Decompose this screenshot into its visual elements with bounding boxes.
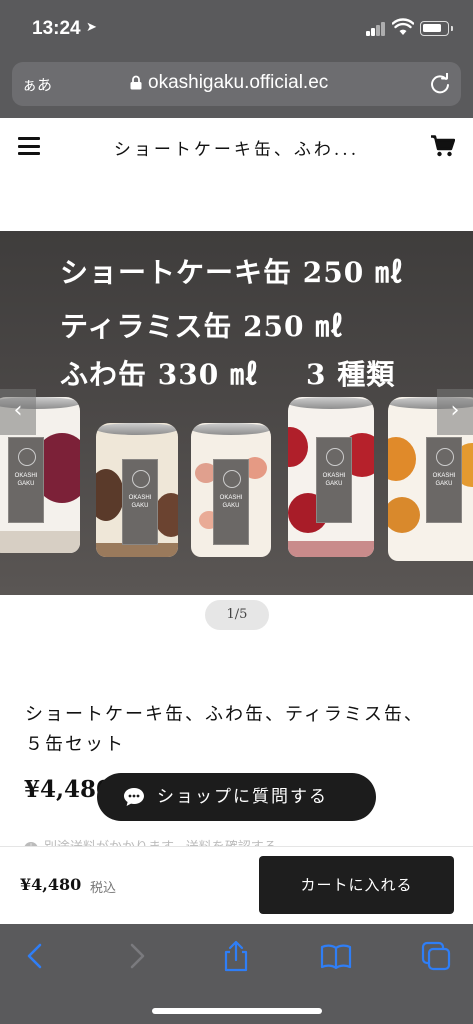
can-label: OKASHI GAKU (8, 437, 44, 523)
address-bar[interactable]: ぁあ okashigaku.official.ec (12, 62, 461, 106)
wifi-icon (392, 18, 414, 35)
hero-text-line: ふわ缶 330 ㎖ (60, 358, 259, 391)
page-title: ショートケーキ缶、ふわ... (113, 140, 360, 160)
carousel-next-button[interactable]: › (437, 389, 473, 435)
forward-icon[interactable] (120, 940, 152, 972)
carousel-pager: 1/5 (205, 600, 269, 630)
ask-shop-button[interactable]: ショップに質問する (97, 773, 376, 821)
cart-icon[interactable] (431, 135, 455, 157)
product-can-image: OKASHI GAKU (288, 397, 374, 557)
can-label: OKASHI GAKU (122, 459, 158, 545)
status-time: 13:24 (32, 18, 81, 39)
hero-text-line: ティラミス缶 250 ㎖ (60, 310, 345, 343)
carousel-prev-button[interactable]: ‹ (0, 389, 36, 435)
hero-text-line: 3 種類 (306, 358, 396, 391)
product-can-image: OKASHI GAKU (96, 423, 178, 557)
bookmarks-icon[interactable] (320, 940, 352, 972)
tax-included-label: 税込 (90, 881, 117, 896)
tabs-icon[interactable] (420, 940, 452, 972)
browser-bottom-toolbar (0, 924, 473, 1024)
share-icon[interactable] (220, 940, 252, 972)
can-label: OKASHI GAKU (426, 437, 462, 523)
product-image-carousel[interactable]: ショートケーキ缶 250 ㎖ ティラミス缶 250 ㎖ ふわ缶 330 ㎖ 3 … (0, 231, 473, 595)
buy-bar-price: ¥4,480 (20, 875, 82, 894)
lock-icon (130, 75, 142, 90)
location-arrow-icon: ➤ (86, 20, 97, 35)
text-size-button[interactable]: ぁあ (22, 74, 52, 95)
hero-text-line: ショートケーキ缶 250 ㎖ (60, 256, 404, 289)
cellular-signal-icon (366, 22, 386, 36)
can-label: OKASHI GAKU (213, 459, 249, 545)
chat-bubble-icon (124, 788, 144, 806)
status-bar: 13:24 ➤ (0, 0, 473, 56)
home-indicator (152, 1008, 322, 1014)
reload-icon[interactable] (429, 73, 451, 95)
battery-icon (420, 21, 453, 36)
ask-shop-label: ショップに質問する (157, 787, 328, 807)
sticky-buy-bar: ¥4,480 税込 カートに入れる (0, 846, 473, 924)
site-header: ショートケーキ缶、ふわ... (0, 118, 473, 174)
url-text: okashigaku.official.ec (148, 72, 329, 93)
product-can-image: OKASHI GAKU (191, 423, 271, 557)
can-label: OKASHI GAKU (316, 437, 352, 523)
back-icon[interactable] (20, 940, 52, 972)
product-title: ショートケーキ缶、ふわ缶、ティラミス缶、５缶セット (25, 704, 424, 755)
add-to-cart-button[interactable]: カートに入れる (259, 856, 454, 914)
browser-top-chrome: 13:24 ➤ ぁあ okashigaku.official.ec (0, 0, 473, 118)
